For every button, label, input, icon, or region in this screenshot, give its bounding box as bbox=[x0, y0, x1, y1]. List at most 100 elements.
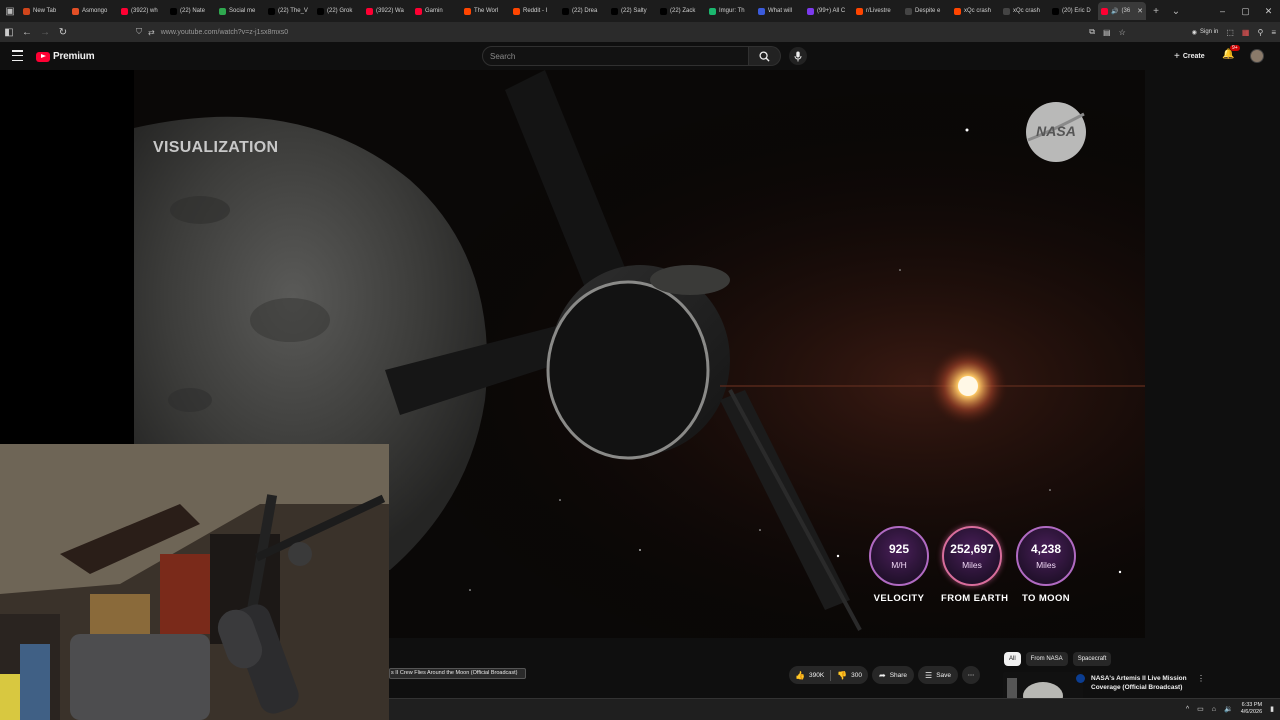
back-icon[interactable]: ← bbox=[18, 22, 36, 42]
address-bar: ◧ ← → ↻ ⛉ ⇄ www.youtube.com/watch?v=z-j1… bbox=[0, 22, 1280, 42]
browser-tab[interactable]: (20) Eric D bbox=[1049, 2, 1098, 20]
video-options-icon[interactable]: ⋮ bbox=[1197, 674, 1205, 683]
reload-icon[interactable]: ↻ bbox=[54, 22, 72, 42]
tab-title: Reddit - I bbox=[523, 8, 548, 14]
browser-tab[interactable]: Gamin bbox=[412, 2, 461, 20]
tab-title: Social me bbox=[229, 8, 256, 14]
recommended-video[interactable]: NASA's Artemis II Live Mission Coverage … bbox=[1003, 672, 1205, 700]
forward-icon[interactable]: → bbox=[36, 22, 54, 42]
tab-title: (20) Eric D bbox=[1062, 8, 1091, 14]
tab-favicon-icon bbox=[366, 7, 373, 15]
maximize-icon[interactable]: ▢ bbox=[1234, 0, 1257, 22]
site-info-icon[interactable]: ⛉ bbox=[136, 27, 142, 37]
window-controls: – ▢ ✕ bbox=[1211, 0, 1280, 22]
browser-tab[interactable]: (22) Nate bbox=[167, 2, 216, 20]
chip-spacecraft[interactable]: Spacecraft bbox=[1072, 652, 1112, 666]
webcam-feed bbox=[0, 444, 389, 720]
clock[interactable]: 6:33 PM 4/6/2026 bbox=[1241, 702, 1262, 716]
tab-title: xQc crash bbox=[964, 8, 992, 14]
tab-actions-icon[interactable]: ▣ bbox=[0, 0, 20, 22]
more-actions-button[interactable]: ⋯ bbox=[962, 666, 981, 684]
voice-search-button[interactable] bbox=[789, 47, 807, 65]
share-icon: ➦ bbox=[878, 670, 886, 680]
tab-title: Gamin bbox=[425, 8, 443, 14]
reader-view-icon[interactable]: ▤ bbox=[1103, 28, 1111, 37]
url-text: www.youtube.com/watch?v=z-j1sx8mxs0 bbox=[160, 28, 289, 36]
new-tab-button[interactable]: + bbox=[1146, 0, 1166, 22]
hamburger-menu-icon[interactable] bbox=[12, 50, 23, 61]
browser-tab[interactable]: Asmongo bbox=[69, 2, 118, 20]
tab-title: (22) Salty bbox=[621, 8, 647, 14]
browser-tab-active[interactable]: 🔊 (36 ✕ bbox=[1098, 2, 1146, 20]
create-button[interactable]: + Create bbox=[1168, 48, 1211, 64]
browser-tab[interactable]: Social me bbox=[216, 2, 265, 20]
browser-tab[interactable]: Reddit - I bbox=[510, 2, 559, 20]
distance-to-moon-stat: 4,238 Miles TO MOON bbox=[1015, 526, 1077, 604]
browser-tab[interactable]: (22) Zack bbox=[657, 2, 706, 20]
tab-title: Imgur: Th bbox=[719, 8, 745, 14]
close-window-icon[interactable]: ✕ bbox=[1257, 0, 1280, 22]
distance-from-earth-stat: 252,697 Miles FROM EARTH bbox=[941, 526, 1008, 604]
youtube-premium-logo[interactable]: Premium bbox=[36, 51, 95, 62]
browser-tab[interactable]: (3922) wh bbox=[118, 2, 167, 20]
video-thumbnail[interactable] bbox=[1003, 672, 1083, 700]
browser-tab[interactable]: (99+) All C bbox=[804, 2, 853, 20]
browser-tab[interactable]: (22) Drea bbox=[559, 2, 608, 20]
search-input[interactable] bbox=[490, 51, 748, 61]
browser-tab[interactable]: (22) The_V bbox=[265, 2, 314, 20]
permissions-icon[interactable]: ⇄ bbox=[148, 28, 155, 37]
browser-tab[interactable]: r/Livestre bbox=[853, 2, 902, 20]
tab-favicon-icon bbox=[513, 7, 520, 15]
browser-tab[interactable]: What will bbox=[755, 2, 804, 20]
tab-title: (36 bbox=[1121, 8, 1131, 14]
browser-tab[interactable]: xQc crash bbox=[1000, 2, 1049, 20]
browser-tab[interactable]: The Worl bbox=[461, 2, 510, 20]
minimize-icon[interactable]: – bbox=[1211, 0, 1234, 22]
tab-favicon-icon bbox=[1003, 7, 1010, 15]
tab-list-dropdown-icon[interactable]: ⌄ bbox=[1166, 0, 1186, 22]
chip-all[interactable]: All bbox=[1004, 652, 1021, 666]
bookmark-star-icon[interactable]: ☆ bbox=[1119, 28, 1126, 37]
display-icon[interactable]: ▭ bbox=[1197, 705, 1204, 713]
volume-icon[interactable]: 🔉 bbox=[1224, 705, 1233, 713]
tab-title: New Tab bbox=[33, 8, 57, 14]
notifications-button[interactable]: 🔔 9+ bbox=[1222, 45, 1240, 60]
browser-tab[interactable]: Despite e bbox=[902, 2, 951, 20]
browser-tab[interactable]: (22) Salty bbox=[608, 2, 657, 20]
youtube-play-icon bbox=[36, 51, 50, 62]
search-box[interactable] bbox=[482, 46, 749, 66]
video-actions: 👍 390K 👎 300 ➦ Share ☰ Save ⋯ bbox=[789, 666, 981, 684]
picture-in-picture-icon[interactable]: ⧉ bbox=[1089, 27, 1095, 37]
dislike-count: 300 bbox=[851, 671, 862, 679]
browser-menu-icon[interactable]: ≡ bbox=[1271, 28, 1276, 37]
extension-badge-icon[interactable]: ▦ bbox=[1242, 28, 1250, 37]
tab-favicon-icon bbox=[709, 7, 716, 15]
url-field[interactable]: ⛉ ⇄ www.youtube.com/watch?v=z-j1sx8mxs0 bbox=[136, 25, 288, 39]
network-icon[interactable]: ⌂ bbox=[1212, 706, 1216, 713]
dislike-button[interactable]: 👎 300 bbox=[831, 666, 868, 684]
browser-tab[interactable]: New Tab bbox=[20, 2, 69, 20]
tray-overflow-icon[interactable]: ^ bbox=[1186, 706, 1189, 713]
close-tab-icon[interactable]: ✕ bbox=[1137, 7, 1143, 15]
tab-title: Asmongo bbox=[82, 8, 108, 14]
share-button[interactable]: ➦ Share bbox=[871, 666, 915, 684]
extensions-icon[interactable]: ⬚ bbox=[1226, 28, 1234, 37]
notification-center-icon[interactable]: ▮ bbox=[1270, 705, 1274, 713]
search-button[interactable] bbox=[749, 46, 781, 66]
browser-tab[interactable]: xQc crash bbox=[951, 2, 1000, 20]
save-button[interactable]: ☰ Save bbox=[918, 666, 959, 684]
sidebar-toggle-icon[interactable]: ◧ bbox=[0, 22, 18, 42]
extensions-puzzle-icon[interactable]: ⚲ bbox=[1257, 28, 1263, 37]
browser-tab[interactable]: Imgur: Th bbox=[706, 2, 755, 20]
browser-tab[interactable]: (3922) Wa bbox=[363, 2, 412, 20]
browser-tab[interactable]: (22) Grok bbox=[314, 2, 363, 20]
tab-favicon-icon bbox=[23, 7, 30, 15]
avatar[interactable] bbox=[1250, 49, 1264, 63]
recommended-video-title[interactable]: NASA's Artemis II Live Mission Coverage … bbox=[1091, 674, 1195, 692]
like-button[interactable]: 👍 390K bbox=[789, 666, 830, 684]
tab-favicon-icon bbox=[954, 7, 961, 15]
chip-from-nasa[interactable]: From NASA bbox=[1025, 652, 1068, 666]
video-title: s II Crew Flies Around the Moon (Officia… bbox=[389, 668, 526, 679]
tab-title: (22) Nate bbox=[180, 8, 206, 14]
sign-in-button[interactable]: ◉ Sign in bbox=[1192, 29, 1219, 36]
